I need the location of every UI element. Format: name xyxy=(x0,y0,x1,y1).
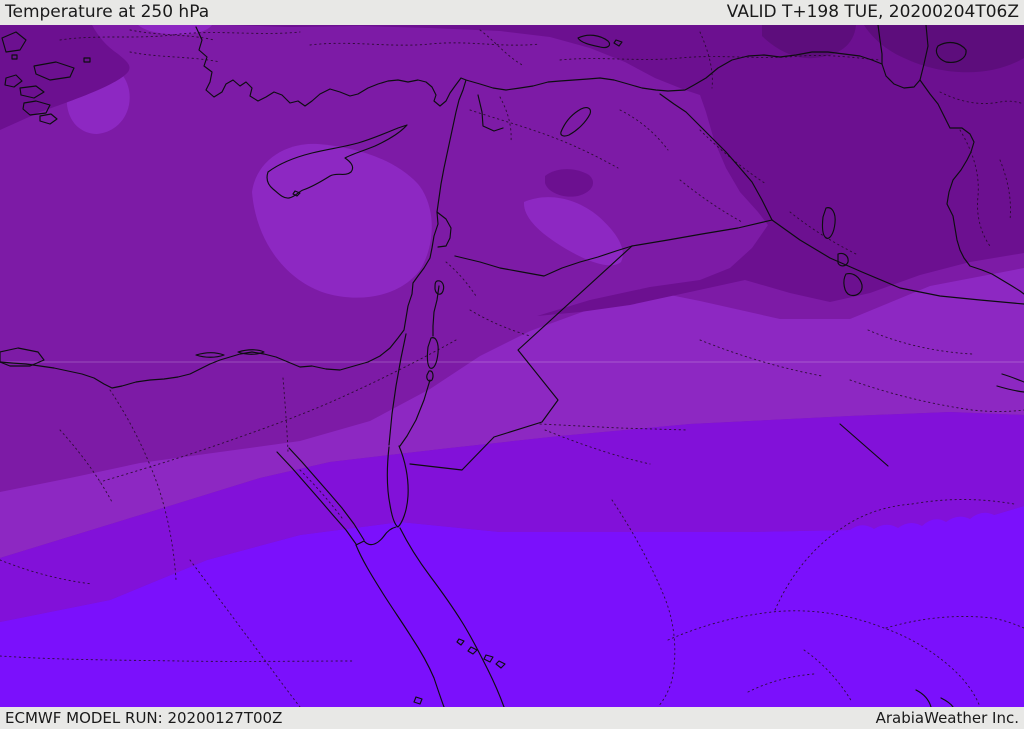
valid-time-label: VALID T+198 TUE, 20200204T06Z xyxy=(726,2,1019,22)
weather-map-app: Temperature at 250 hPa VALID T+198 TUE, … xyxy=(0,0,1024,729)
footer-bar: ECMWF MODEL RUN: 20200127T00Z ArabiaWeat… xyxy=(0,707,1024,729)
temperature-map-canvas xyxy=(0,25,1024,707)
header-bar: Temperature at 250 hPa VALID T+198 TUE, … xyxy=(0,0,1024,25)
map-title: Temperature at 250 hPa xyxy=(5,2,210,22)
brand-label: ArabiaWeather Inc. xyxy=(875,708,1019,727)
model-run-label: ECMWF MODEL RUN: 20200127T00Z xyxy=(5,708,283,727)
